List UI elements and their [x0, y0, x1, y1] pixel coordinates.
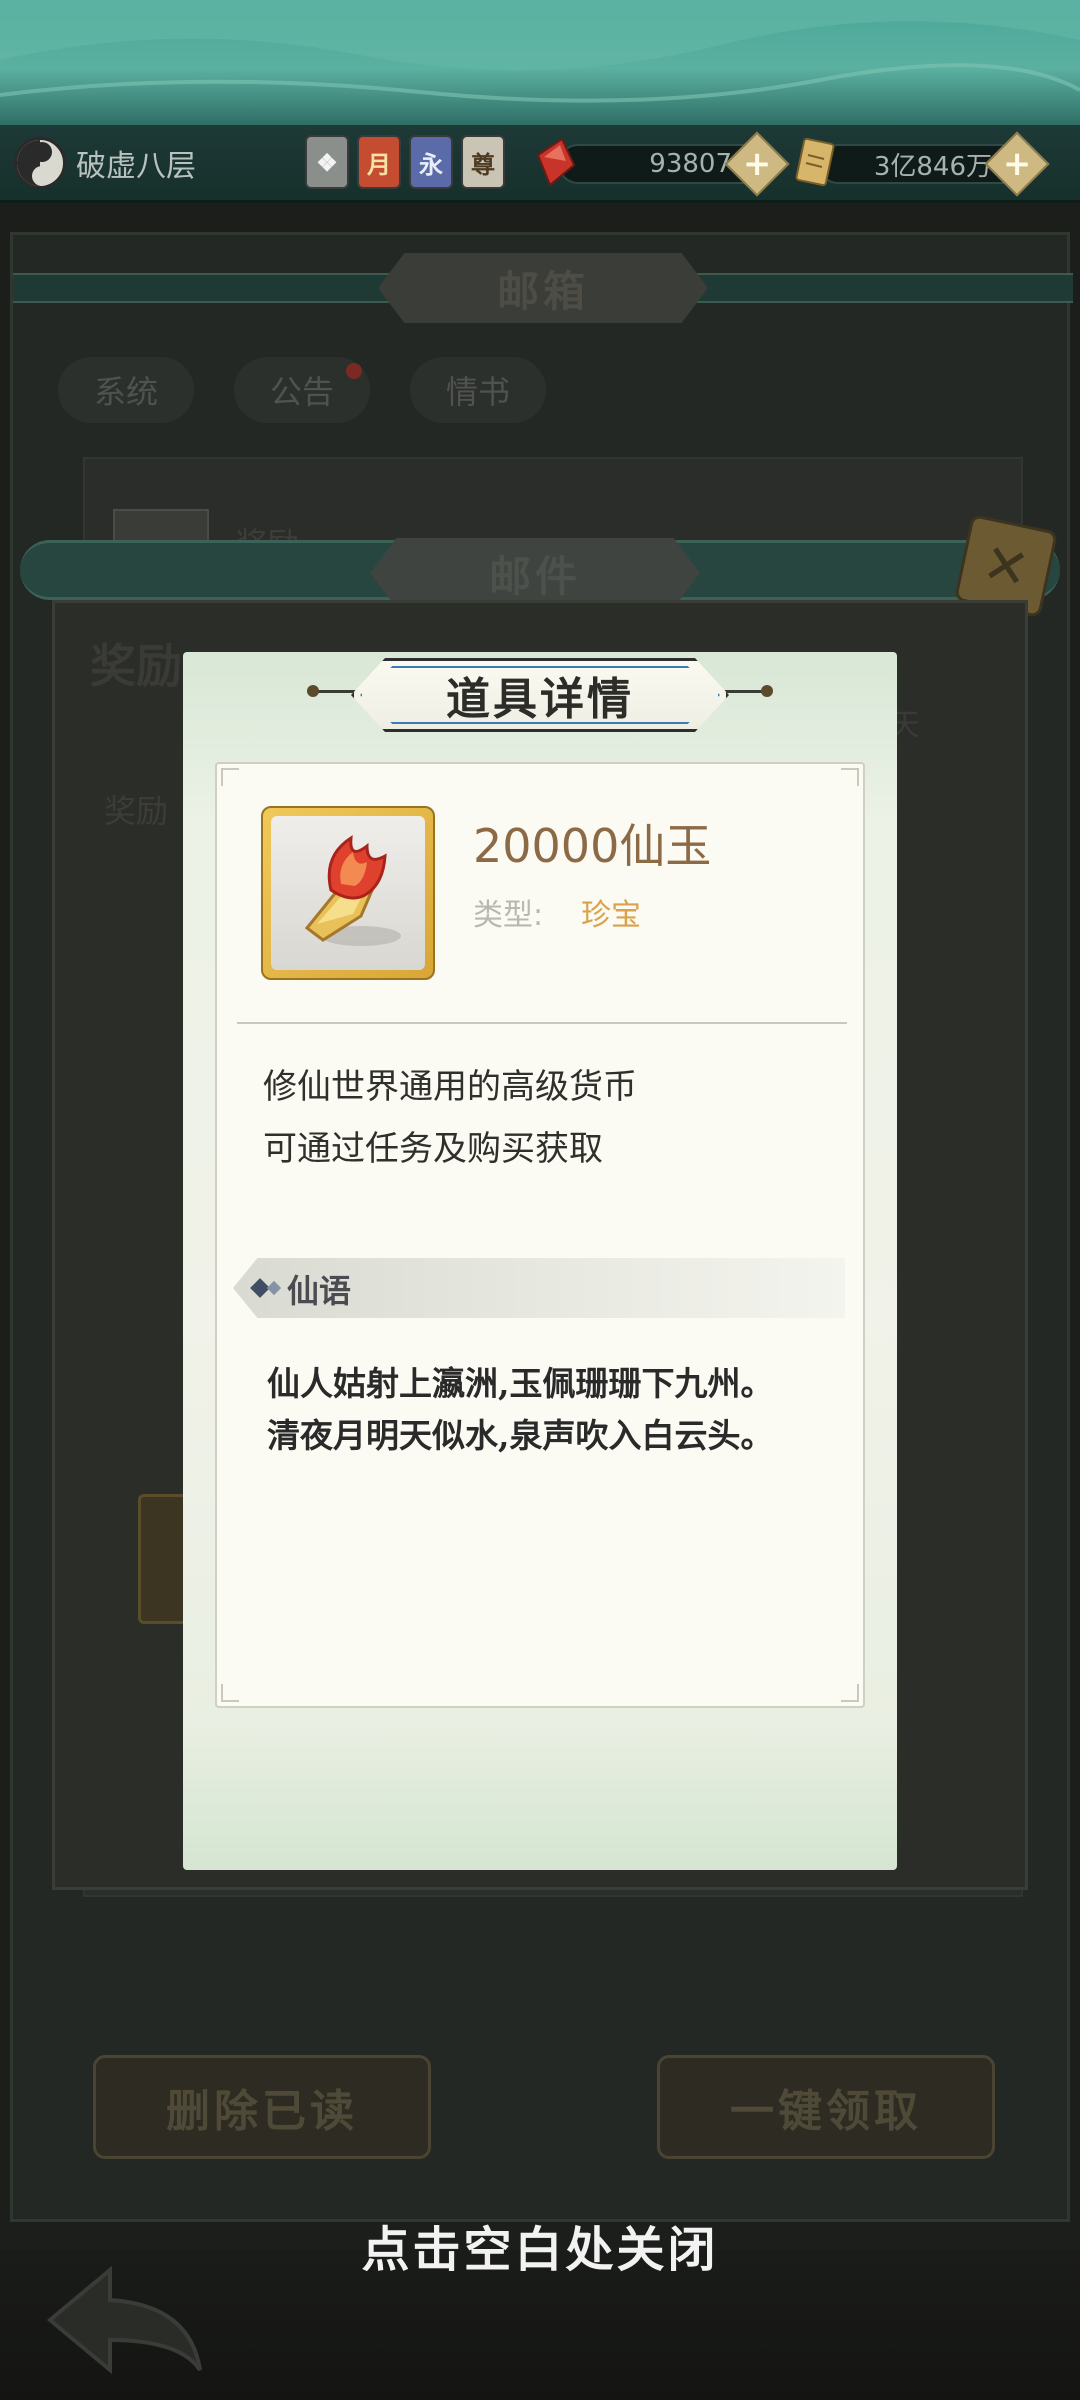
lore-section-title: 仙语 [287, 1272, 352, 1310]
item-detail-popup: 道具详情 20000仙玉 类型: 珍宝 修仙世界通用的高级货币 可通过任务及购买… [183, 652, 897, 1870]
mail-reward-label: 奖励 [104, 792, 169, 830]
crest-badge-icon[interactable]: ❖ [305, 135, 349, 189]
immortal-jade-icon [304, 835, 401, 946]
plus-icon: + [1002, 144, 1032, 184]
title-line-dot [761, 685, 773, 697]
realm-indicator[interactable]: 破虚八层 [14, 137, 196, 189]
mailbox-title-plaque: 邮箱 [378, 253, 708, 323]
add-gold-button[interactable]: + [984, 131, 1050, 197]
item-name: 20000仙玉 [473, 819, 712, 873]
popup-header: 道具详情 [183, 652, 897, 732]
tab-love-letter-label: 情书 [446, 373, 511, 411]
sky-background [0, 0, 1080, 125]
popup-title: 道具详情 [446, 674, 634, 725]
popup-title-plaque: 道具详情 [351, 658, 729, 732]
corner-ornament [841, 768, 859, 786]
tap-to-close-hint[interactable]: 点击空白处关闭 [0, 2210, 1080, 2280]
mail-title: 邮件 [488, 551, 581, 601]
mailbox-tabs: 系统 公告 情书 [58, 357, 547, 423]
currency-gold: 3亿846万 + [795, 131, 1050, 197]
description-line: 可通过任务及购买获取 [263, 1129, 603, 1169]
month-card-badge[interactable]: 月 [357, 135, 401, 189]
title-line-dot [307, 685, 319, 697]
gold-amount-text: 3亿846万 [873, 151, 992, 182]
cloud-wave-decoration [0, 0, 1080, 103]
gold-ticket-icon [795, 137, 835, 187]
claim-all-button[interactable]: 一键领取 [657, 2055, 995, 2159]
mail-title-plaque: 邮件 [370, 538, 700, 608]
item-description: 修仙世界通用的高级货币 可通过任务及购买获取 [263, 1056, 637, 1180]
corner-ornament [841, 1684, 859, 1702]
top-status-bar: 破虚八层 ❖ 月 永 尊 93807 + 3亿846万 + [0, 125, 1080, 203]
forever-card-badge[interactable]: 永 [409, 135, 453, 189]
corner-ornament [221, 1684, 239, 1702]
tab-announcement-label: 公告 [270, 373, 335, 411]
title-badges: ❖ 月 永 尊 [305, 135, 505, 189]
plus-icon: + [742, 144, 772, 184]
item-type-value: 珍宝 [581, 898, 641, 933]
close-icon: ✕ [977, 530, 1035, 602]
mail-reward-item[interactable] [138, 1494, 188, 1624]
poem-line: 清夜月明天似水,泉声吹入白云头。 [267, 1416, 774, 1455]
lore-poem: 仙人姑射上瀛洲,玉佩珊珊下九州。 清夜月明天似水,泉声吹入白云头。 [267, 1358, 774, 1462]
red-crystal-icon [536, 137, 576, 187]
add-jade-button[interactable]: + [724, 131, 790, 197]
item-type-label: 类型: [473, 898, 544, 933]
tab-announcement[interactable]: 公告 [234, 357, 371, 423]
notification-dot [346, 363, 363, 379]
yinyang-icon [14, 137, 66, 189]
mailbox-header: 邮箱 [13, 245, 1073, 325]
description-line: 修仙世界通用的高级货币 [263, 1067, 637, 1107]
item-icon-frame [261, 806, 435, 980]
corner-ornament [221, 768, 239, 786]
realm-label: 破虚八层 [76, 149, 196, 184]
item-detail-card: 20000仙玉 类型: 珍宝 修仙世界通用的高级货币 可通过任务及购买获取 仙语… [215, 762, 865, 1708]
mail-panel-title: 奖励 [90, 639, 182, 693]
tab-system[interactable]: 系统 [58, 357, 195, 423]
divider [237, 1022, 847, 1024]
noble-badge[interactable]: 尊 [461, 135, 505, 189]
poem-line: 仙人姑射上瀛洲,玉佩珊珊下九州。 [267, 1364, 774, 1403]
jade-amount-text: 93807 [649, 149, 732, 179]
item-icon-background [271, 816, 425, 970]
tab-system-label: 系统 [94, 373, 159, 411]
currency-jade: 93807 + [536, 131, 790, 197]
tab-love-letter[interactable]: 情书 [410, 357, 547, 423]
delete-read-button[interactable]: 删除已读 [93, 2055, 431, 2159]
mailbox-title: 邮箱 [496, 266, 589, 316]
